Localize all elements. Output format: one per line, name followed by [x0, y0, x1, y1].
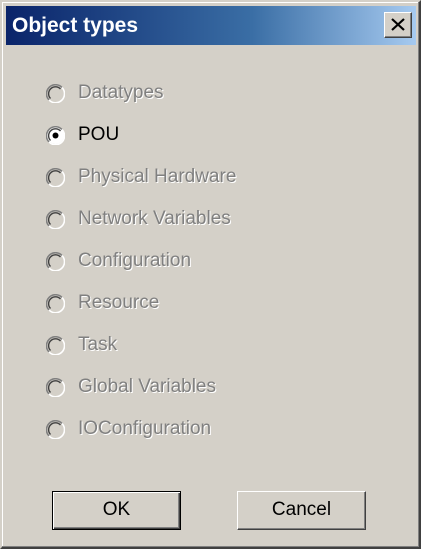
radio-label-ioconfiguration: IOConfiguration: [78, 418, 212, 439]
radio-label-datatypes: Datatypes: [78, 82, 164, 103]
radio-unselected-icon: [46, 83, 65, 103]
radio-unselected-icon: [46, 419, 65, 439]
radio-unselected-icon: [46, 251, 65, 271]
radio-option-ioconfiguration: IOConfiguration: [46, 408, 386, 450]
close-button[interactable]: [384, 12, 412, 38]
dialog-title: Object types: [12, 14, 139, 37]
radio-selected-icon[interactable]: [46, 125, 65, 145]
radio-option-configuration: Configuration: [46, 240, 386, 282]
object-types-dialog: Object types Datatypes POU Physical Hardwa…: [0, 0, 421, 549]
radio-option-task: Task: [46, 324, 386, 366]
object-type-radio-group: Datatypes POU Physical Hardware Network Var…: [46, 72, 386, 450]
radio-label-configuration: Configuration: [78, 250, 192, 271]
radio-option-global-variables: Global Variables: [46, 366, 386, 408]
radio-unselected-icon: [46, 335, 65, 355]
cancel-button[interactable]: Cancel: [237, 491, 366, 530]
radio-option-physical-hardware: Physical Hardware: [46, 156, 386, 198]
radio-label-resource: Resource: [78, 292, 160, 313]
title-bar[interactable]: Object types: [6, 6, 416, 45]
ok-button[interactable]: OK: [52, 491, 181, 530]
radio-label-pou: POU: [78, 124, 120, 145]
radio-label-physical-hardware: Physical Hardware: [78, 166, 237, 187]
radio-option-pou[interactable]: POU: [46, 114, 386, 156]
radio-unselected-icon: [46, 167, 65, 187]
close-x-icon: [391, 18, 405, 31]
radio-unselected-icon: [46, 377, 65, 397]
radio-label-global-variables: Global Variables: [78, 376, 217, 397]
radio-option-resource: Resource: [46, 282, 386, 324]
radio-unselected-icon: [46, 293, 65, 313]
radio-label-task: Task: [78, 334, 118, 355]
radio-option-datatypes: Datatypes: [46, 72, 386, 114]
radio-option-network-variables: Network Variables: [46, 198, 386, 240]
radio-label-network-variables: Network Variables: [78, 208, 231, 229]
radio-unselected-icon: [46, 209, 65, 229]
